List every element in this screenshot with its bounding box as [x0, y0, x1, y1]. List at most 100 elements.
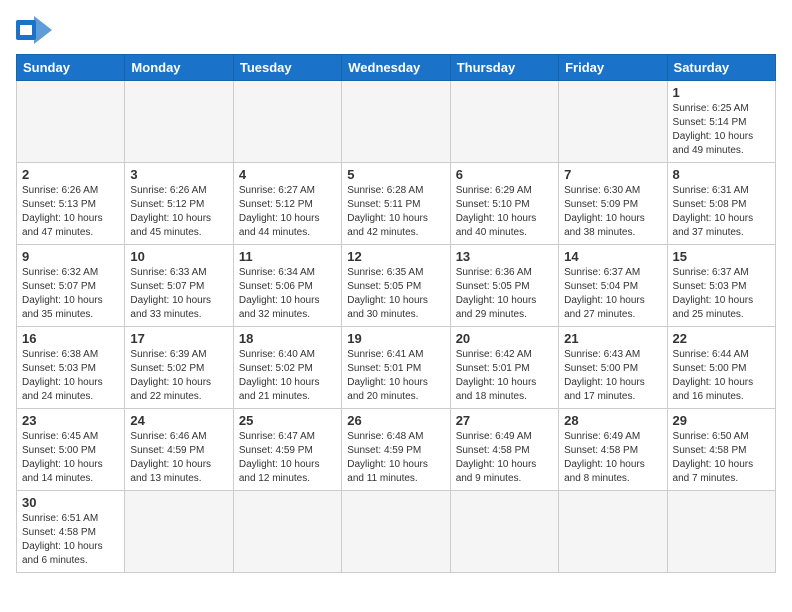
weekday-tuesday: Tuesday [233, 55, 341, 81]
weekday-wednesday: Wednesday [342, 55, 450, 81]
calendar-cell: 7 Sunrise: 6:30 AMSunset: 5:09 PMDaylight… [559, 163, 667, 245]
day-info: Sunrise: 6:29 AMSunset: 5:10 PMDaylight:… [456, 184, 553, 240]
calendar-cell [450, 491, 558, 573]
day-info: Sunrise: 6:50 AMSunset: 4:58 PMDaylight:… [673, 430, 770, 486]
day-info: Sunrise: 6:40 AMSunset: 5:02 PMDaylight:… [239, 348, 336, 404]
day-number: 15 [673, 249, 770, 264]
calendar-cell [450, 81, 558, 163]
day-number: 6 [456, 167, 553, 182]
day-info: Sunrise: 6:39 AMSunset: 5:02 PMDaylight:… [130, 348, 227, 404]
day-number: 21 [564, 331, 661, 346]
day-info: Sunrise: 6:37 AMSunset: 5:04 PMDaylight:… [564, 266, 661, 322]
day-number: 16 [22, 331, 119, 346]
calendar-cell: 14 Sunrise: 6:37 AMSunset: 5:04 PMDayligh… [559, 245, 667, 327]
day-number: 26 [347, 413, 444, 428]
calendar-cell: 27Sunrise: 6:49 AMSunset: 4:58 PMDayligh… [450, 409, 558, 491]
day-number: 11 [239, 249, 336, 264]
day-info: Sunrise: 6:34 AMSunset: 5:06 PMDaylight:… [239, 266, 336, 322]
calendar-cell: 26 Sunrise: 6:48 AMSunset: 4:59 PMDayligh… [342, 409, 450, 491]
header [16, 16, 776, 44]
day-info: Sunrise: 6:35 AMSunset: 5:05 PMDaylight:… [347, 266, 444, 322]
day-info: Sunrise: 6:26 AMSunset: 5:13 PMDaylight:… [22, 184, 119, 240]
calendar-cell: 20Sunrise: 6:42 AMSunset: 5:01 PMDayligh… [450, 327, 558, 409]
day-info: Sunrise: 6:38 AMSunset: 5:03 PMDaylight:… [22, 348, 119, 404]
calendar-cell: 13 Sunrise: 6:36 AMSunset: 5:05 PMDayligh… [450, 245, 558, 327]
calendar-cell: 17Sunrise: 6:39 AMSunset: 5:02 PMDayligh… [125, 327, 233, 409]
calendar-cell [559, 491, 667, 573]
calendar-cell: 10 Sunrise: 6:33 AMSunset: 5:07 PMDayligh… [125, 245, 233, 327]
day-number: 23 [22, 413, 119, 428]
day-info: Sunrise: 6:30 AMSunset: 5:09 PMDaylight:… [564, 184, 661, 240]
calendar-cell: 19Sunrise: 6:41 AMSunset: 5:01 PMDayligh… [342, 327, 450, 409]
day-info: Sunrise: 6:49 AMSunset: 4:58 PMDaylight:… [564, 430, 661, 486]
weekday-saturday: Saturday [667, 55, 775, 81]
day-number: 25 [239, 413, 336, 428]
calendar-cell [342, 491, 450, 573]
day-info: Sunrise: 6:33 AMSunset: 5:07 PMDaylight:… [130, 266, 227, 322]
day-info: Sunrise: 6:36 AMSunset: 5:05 PMDaylight:… [456, 266, 553, 322]
day-info: Sunrise: 6:31 AMSunset: 5:08 PMDaylight:… [673, 184, 770, 240]
calendar-cell: 21Sunrise: 6:43 AMSunset: 5:00 PMDayligh… [559, 327, 667, 409]
day-info: Sunrise: 6:41 AMSunset: 5:01 PMDaylight:… [347, 348, 444, 404]
calendar-cell: 24 Sunrise: 6:46 AMSunset: 4:59 PMDayligh… [125, 409, 233, 491]
day-number: 5 [347, 167, 444, 182]
calendar-cell: 30Sunrise: 6:51 AMSunset: 4:58 PMDayligh… [17, 491, 125, 573]
day-number: 3 [130, 167, 227, 182]
calendar-cell [125, 81, 233, 163]
day-info: Sunrise: 6:46 AMSunset: 4:59 PMDaylight:… [130, 430, 227, 486]
day-info: Sunrise: 6:25 AMSunset: 5:14 PMDaylight:… [673, 102, 770, 158]
day-info: Sunrise: 6:47 AMSunset: 4:59 PMDaylight:… [239, 430, 336, 486]
calendar-cell [233, 81, 341, 163]
day-number: 7 [564, 167, 661, 182]
day-number: 10 [130, 249, 227, 264]
day-number: 13 [456, 249, 553, 264]
day-number: 9 [22, 249, 119, 264]
calendar-cell: 29 Sunrise: 6:50 AMSunset: 4:58 PMDayligh… [667, 409, 775, 491]
day-number: 14 [564, 249, 661, 264]
calendar-cell: 18 Sunrise: 6:40 AMSunset: 5:02 PMDayligh… [233, 327, 341, 409]
calendar-cell: 15 Sunrise: 6:37 AMSunset: 5:03 PMDayligh… [667, 245, 775, 327]
day-info: Sunrise: 6:48 AMSunset: 4:59 PMDaylight:… [347, 430, 444, 486]
calendar-cell: 16 Sunrise: 6:38 AMSunset: 5:03 PMDayligh… [17, 327, 125, 409]
day-info: Sunrise: 6:27 AMSunset: 5:12 PMDaylight:… [239, 184, 336, 240]
day-number: 12 [347, 249, 444, 264]
logo-icon [16, 16, 52, 44]
weekday-thursday: Thursday [450, 55, 558, 81]
day-number: 22 [673, 331, 770, 346]
day-info: Sunrise: 6:37 AMSunset: 5:03 PMDaylight:… [673, 266, 770, 322]
calendar-cell: 28Sunrise: 6:49 AMSunset: 4:58 PMDayligh… [559, 409, 667, 491]
weekday-sunday: Sunday [17, 55, 125, 81]
day-number: 4 [239, 167, 336, 182]
calendar-cell: 12 Sunrise: 6:35 AMSunset: 5:05 PMDayligh… [342, 245, 450, 327]
day-number: 29 [673, 413, 770, 428]
calendar-cell: 2 Sunrise: 6:26 AMSunset: 5:13 PMDaylight… [17, 163, 125, 245]
calendar-cell [559, 81, 667, 163]
calendar-table: SundayMondayTuesdayWednesdayThursdayFrid… [16, 54, 776, 573]
calendar-cell [125, 491, 233, 573]
day-info: Sunrise: 6:42 AMSunset: 5:01 PMDaylight:… [456, 348, 553, 404]
calendar-cell: 3 Sunrise: 6:26 AMSunset: 5:12 PMDaylight… [125, 163, 233, 245]
day-number: 27 [456, 413, 553, 428]
day-number: 18 [239, 331, 336, 346]
calendar-cell: 4 Sunrise: 6:27 AMSunset: 5:12 PMDaylight… [233, 163, 341, 245]
day-number: 24 [130, 413, 227, 428]
day-info: Sunrise: 6:28 AMSunset: 5:11 PMDaylight:… [347, 184, 444, 240]
calendar-cell [233, 491, 341, 573]
weekday-monday: Monday [125, 55, 233, 81]
calendar-cell: 5 Sunrise: 6:28 AMSunset: 5:11 PMDaylight… [342, 163, 450, 245]
calendar-cell: 25 Sunrise: 6:47 AMSunset: 4:59 PMDayligh… [233, 409, 341, 491]
calendar-cell: 6 Sunrise: 6:29 AMSunset: 5:10 PMDaylight… [450, 163, 558, 245]
calendar-cell [17, 81, 125, 163]
day-info: Sunrise: 6:26 AMSunset: 5:12 PMDaylight:… [130, 184, 227, 240]
calendar-cell: 9 Sunrise: 6:32 AMSunset: 5:07 PMDaylight… [17, 245, 125, 327]
day-info: Sunrise: 6:45 AMSunset: 5:00 PMDaylight:… [22, 430, 119, 486]
day-number: 30 [22, 495, 119, 510]
logo [16, 16, 56, 44]
day-number: 2 [22, 167, 119, 182]
calendar-cell: 22Sunrise: 6:44 AMSunset: 5:00 PMDayligh… [667, 327, 775, 409]
day-number: 8 [673, 167, 770, 182]
day-info: Sunrise: 6:32 AMSunset: 5:07 PMDaylight:… [22, 266, 119, 322]
page: SundayMondayTuesdayWednesdayThursdayFrid… [0, 0, 792, 583]
calendar-cell: 11 Sunrise: 6:34 AMSunset: 5:06 PMDayligh… [233, 245, 341, 327]
weekday-friday: Friday [559, 55, 667, 81]
